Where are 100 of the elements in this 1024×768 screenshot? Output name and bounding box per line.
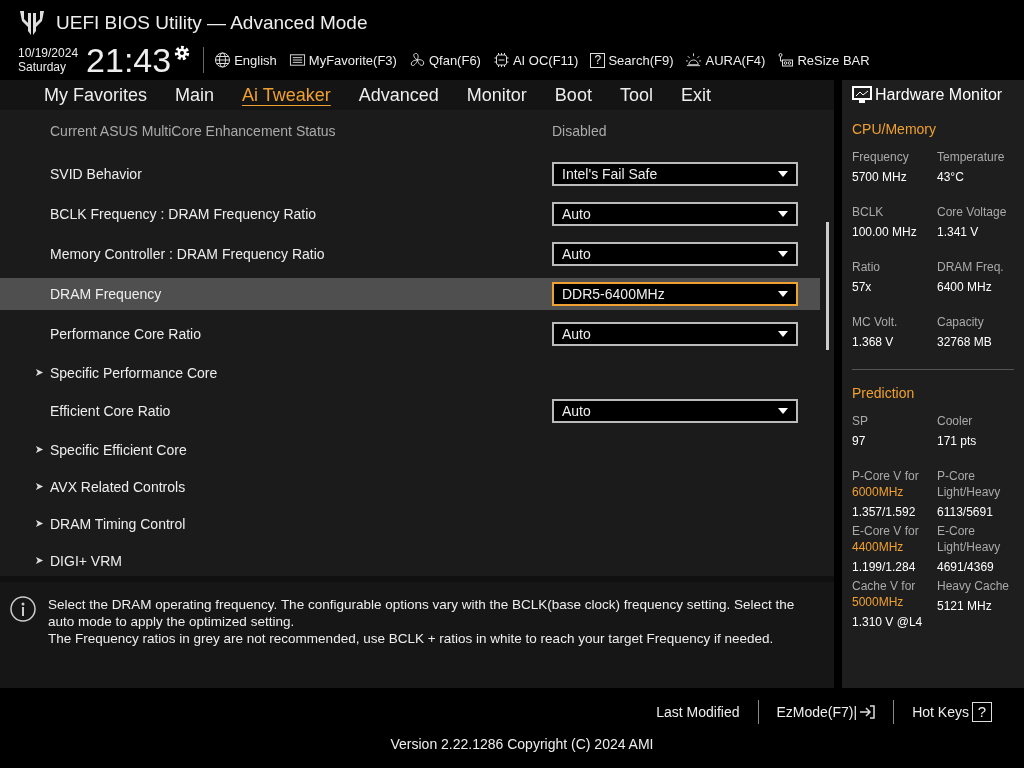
- menu-tab[interactable]: Exit: [666, 80, 725, 110]
- setting-label: BCLK Frequency : DRAM Frequency Ratio: [50, 206, 318, 222]
- globe-icon: [214, 52, 232, 68]
- help-text: Select the DRAM operating frequency. The configurable options vary with the BCLK(base clock) frequency setting. Select the auto mode to apply the optimized setting.: [48, 596, 796, 630]
- metric-label: DRAM Freq.: [937, 259, 1005, 275]
- toolbar-button[interactable]: AI OC(F11): [492, 52, 579, 68]
- light-icon: [685, 52, 703, 68]
- date: 10/19/2024: [18, 46, 79, 60]
- dropdown[interactable]: DDR5-6400MHz: [552, 282, 798, 306]
- menu-tab[interactable]: Boot: [540, 80, 606, 110]
- setting-row[interactable]: Specific Performance Core: [0, 354, 820, 391]
- settings-icon[interactable]: [173, 44, 192, 62]
- dropdown[interactable]: Auto: [552, 242, 798, 266]
- search-icon: ?: [590, 52, 606, 68]
- caret-icon: [778, 291, 788, 297]
- toolbar-button[interactable]: ReSize BAR: [777, 52, 870, 68]
- clock-time: 21:43: [86, 42, 172, 78]
- menu-tab[interactable]: Main: [161, 80, 229, 110]
- metric-value: 1.368 V: [852, 334, 895, 350]
- submenu-arrow-icon: [35, 445, 44, 454]
- metric-value: 32768 MB: [937, 334, 993, 350]
- metric-value: 1.341 V: [937, 224, 980, 240]
- setting-label: DRAM Frequency: [50, 286, 163, 302]
- submenu-arrow-icon: [35, 482, 44, 491]
- menu-tab[interactable]: Advanced: [344, 80, 453, 110]
- setting-label: DIGI+ VRM: [50, 552, 123, 569]
- metric-target: 4400MHz: [852, 539, 905, 555]
- setting-row[interactable]: Current ASUS MultiCore Enhancement Status Disabled: [0, 120, 820, 154]
- menu-tab[interactable]: My Favorites: [30, 80, 162, 110]
- metric-label: Cache V for: [852, 578, 917, 594]
- setting-value: Disabled: [552, 123, 607, 139]
- fan-icon: [408, 52, 426, 68]
- dropdown[interactable]: Auto: [552, 399, 798, 423]
- toolbar-button[interactable]: AURA(F4): [685, 52, 766, 68]
- metric-target: 6000MHz: [852, 484, 905, 500]
- metric-value: 5700 MHz: [852, 169, 908, 185]
- setting-row[interactable]: Specific Efficient Core: [0, 431, 820, 468]
- menu-tab[interactable]: Ai Tweaker: [228, 80, 345, 110]
- metric-value: 1.310 V @L4: [852, 614, 924, 630]
- panel-title: Hardware Monitor: [875, 86, 1003, 104]
- last-modified-button[interactable]: Last Modified: [638, 704, 758, 720]
- hot-keys-button[interactable]: Hot Keys ?: [894, 702, 1010, 722]
- scrollbar-thumb[interactable]: [825, 222, 829, 350]
- section-title: CPU/Memory: [852, 121, 937, 137]
- logo-icon: [18, 9, 46, 37]
- section-title: Prediction: [852, 385, 916, 401]
- metric-value: 97: [852, 433, 867, 449]
- toolbar-button[interactable]: English: [214, 52, 277, 68]
- metric-label: Cooler: [937, 413, 974, 429]
- setting-label: Specific Efficient Core: [50, 441, 188, 458]
- caret-icon: [778, 251, 788, 257]
- setting-row[interactable]: BCLK Frequency : DRAM Frequency Ratio Auto: [0, 194, 820, 234]
- caret-icon: [778, 408, 788, 414]
- menu-tab[interactable]: Tool: [605, 80, 667, 110]
- dropdown[interactable]: Intel's Fail Safe: [552, 162, 798, 186]
- setting-label: Performance Core Ratio: [50, 326, 202, 342]
- metric-value: 43°C: [937, 169, 965, 185]
- toolbar-button[interactable]: MyFavorite(F3): [288, 52, 397, 68]
- setting-row[interactable]: SVID Behavior Intel's Fail Safe: [0, 154, 820, 194]
- caret-icon: [778, 211, 788, 217]
- metric-label: P-Core V for: [852, 468, 920, 484]
- menu-tab[interactable]: Monitor: [452, 80, 541, 110]
- monitor-icon: [852, 86, 872, 104]
- list-icon: [288, 52, 306, 68]
- metric-value: 171 pts: [937, 433, 978, 449]
- toolbar-button[interactable]: ? Search(F9): [590, 52, 674, 68]
- setting-row[interactable]: DIGI+ VRM: [0, 542, 820, 579]
- metric-label: SP: [852, 413, 869, 429]
- caret-icon: [778, 331, 788, 337]
- submenu-arrow-icon: [35, 556, 44, 565]
- setting-row[interactable]: DRAM Timing Control: [0, 505, 820, 542]
- metric-value: 6113/5691: [937, 504, 994, 520]
- help-text: The Frequency ratios in grey are not recommended, use BCLK + ratios in white to reach your target Frequency if needed.: [48, 630, 775, 647]
- exit-arrow-icon: [859, 704, 876, 720]
- metric-value: 1.357/1.592: [852, 504, 917, 520]
- version-text: Version 2.22.1286 Copyright (C) 2024 AMI: [390, 736, 654, 752]
- help-icon: ?: [972, 702, 992, 722]
- setting-label: Efficient Core Ratio: [50, 403, 172, 419]
- setting-label: Current ASUS MultiCore Enhancement Status: [50, 123, 337, 139]
- dropdown[interactable]: Auto: [552, 202, 798, 226]
- submenu-arrow-icon: [35, 368, 44, 377]
- metric-value: 6400 MHz: [937, 279, 993, 295]
- card-icon: [777, 52, 795, 68]
- metric-value: 5121 MHz: [937, 598, 993, 614]
- metric-value: 1.199/1.284: [852, 559, 917, 575]
- chip-icon: [492, 52, 510, 68]
- setting-label: SVID Behavior: [50, 166, 143, 182]
- weekday: Saturday: [18, 60, 68, 74]
- metric-label: Heavy Cache: [937, 578, 1011, 594]
- setting-row[interactable]: Performance Core Ratio Auto: [0, 314, 820, 354]
- setting-row[interactable]: AVX Related Controls: [0, 468, 820, 505]
- dropdown[interactable]: Auto: [552, 322, 798, 346]
- setting-row[interactable]: DRAM Frequency DDR5-6400MHz: [0, 278, 820, 310]
- toolbar-button[interactable]: Qfan(F6): [408, 52, 481, 68]
- metric-label: BCLK: [852, 204, 885, 220]
- setting-row[interactable]: Memory Controller : DRAM Frequency Ratio Auto: [0, 234, 820, 274]
- metric-value: 57x: [852, 279, 873, 295]
- caret-icon: [778, 171, 788, 177]
- setting-row[interactable]: Efficient Core Ratio Auto: [0, 391, 820, 431]
- ezmode-button[interactable]: EzMode(F7)|: [758, 704, 894, 720]
